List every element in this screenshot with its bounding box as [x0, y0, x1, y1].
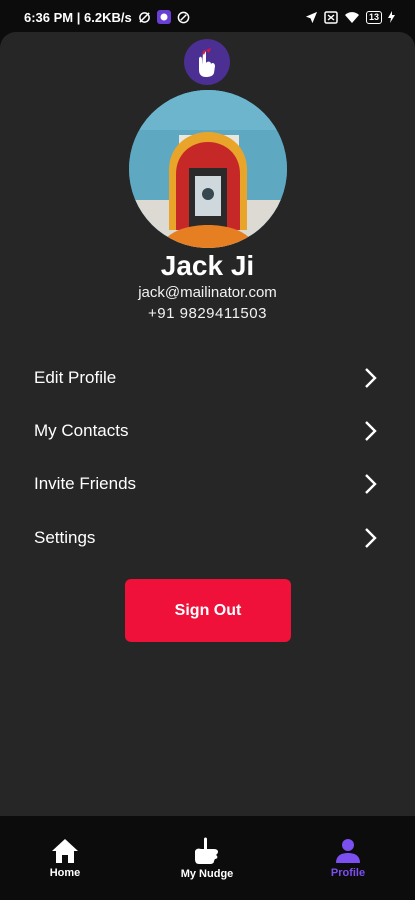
menu-item-label: Invite Friends [34, 474, 137, 493]
sign-out-button[interactable]: Sign Out [125, 579, 291, 642]
status-right: 13 [305, 10, 395, 24]
tab-label: Profile [330, 866, 366, 879]
menu-item-my-contacts[interactable]: My Contacts [0, 411, 415, 451]
chevron-right-icon [365, 474, 377, 494]
menu-item-label: My Contacts [34, 421, 129, 440]
sim-icon [324, 10, 338, 24]
charging-icon [388, 11, 395, 23]
bottom-tab-bar: Home My Nudge Profile [0, 816, 415, 900]
tab-my-nudge[interactable]: My Nudge [152, 816, 262, 900]
menu-item-label: Settings [34, 528, 96, 547]
profile-email: jack@mailinator.com [138, 284, 277, 301]
tab-label: My Nudge [180, 867, 234, 880]
battery-indicator: 13 [365, 10, 382, 24]
profile-name: Jack Ji [160, 250, 255, 281]
menu-item-invite-friends[interactable]: Invite Friends [0, 464, 415, 504]
status-left: 6:36 PM | 6.2KB/s [24, 10, 190, 25]
avatar-photo [129, 90, 287, 248]
menu-item-settings[interactable]: Settings [0, 518, 415, 558]
tab-profile[interactable]: Profile [293, 816, 403, 900]
app-logo [184, 39, 230, 85]
nudge-hand-logo-icon [199, 48, 215, 77]
menu-item-label: Edit Profile [34, 368, 117, 387]
data-saver-icon [177, 11, 190, 24]
nudge-hand-icon [195, 837, 218, 864]
status-time: 6:36 PM | 6.2KB/s [24, 9, 132, 25]
chevron-right-icon [365, 368, 377, 388]
chevron-right-icon [365, 421, 377, 441]
tab-label: Home [49, 866, 81, 879]
home-icon [52, 838, 78, 863]
chevron-right-icon [365, 528, 377, 548]
app-notification-icon [156, 10, 171, 24]
wifi-icon [344, 11, 360, 24]
menu-item-edit-profile[interactable]: Edit Profile [0, 358, 415, 398]
profile-avatar[interactable] [129, 90, 287, 248]
location-icon [305, 11, 318, 24]
profile-phone: +91 9829411503 [148, 305, 267, 322]
tab-home[interactable]: Home [10, 816, 120, 900]
sync-off-icon [138, 11, 151, 24]
status-bar: 6:36 PM | 6.2KB/s 13 [0, 0, 415, 34]
person-icon [336, 838, 360, 863]
